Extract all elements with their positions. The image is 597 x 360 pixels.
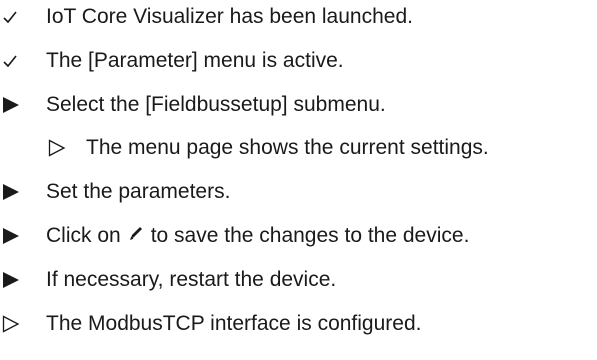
checkmark-icon bbox=[0, 53, 46, 69]
step-text: Select the [Fieldbussetup] submenu. bbox=[46, 93, 386, 116]
action-set-parameters: Set the parameters. bbox=[0, 177, 230, 207]
step-text: The [Parameter] menu is active. bbox=[46, 49, 344, 72]
filled-triangle-icon bbox=[0, 227, 46, 245]
step-text: Set the parameters. bbox=[46, 180, 231, 203]
step-text: IoT Core Visualizer has been launched. bbox=[46, 5, 413, 28]
step-text-before: Click on bbox=[46, 224, 121, 247]
step-text: Click on to save the changes to the devi… bbox=[46, 224, 469, 248]
action-restart-device: If necessary, restart the device. bbox=[0, 265, 336, 295]
outline-triangle-icon bbox=[0, 315, 46, 333]
intermediate-result-settings: The menu page shows the current settings… bbox=[46, 133, 489, 163]
result-configured: The ModbusTCP interface is configured. bbox=[0, 309, 421, 339]
checkmark-icon bbox=[0, 9, 46, 25]
step-text: The ModbusTCP interface is configured. bbox=[46, 312, 422, 335]
precondition-launched: IoT Core Visualizer has been launched. bbox=[0, 2, 413, 32]
filled-triangle-icon bbox=[0, 183, 46, 201]
action-select-submenu: Select the [Fieldbussetup] submenu. bbox=[0, 90, 386, 120]
step-text-after: to save the changes to the device. bbox=[150, 224, 470, 247]
outline-triangle-icon bbox=[46, 139, 86, 157]
instruction-steps: IoT Core Visualizer has been launched. T… bbox=[0, 0, 597, 360]
pencil-icon bbox=[127, 224, 145, 248]
action-save-changes: Click on to save the changes to the devi… bbox=[0, 221, 469, 251]
filled-triangle-icon bbox=[0, 271, 46, 289]
step-text: If necessary, restart the device. bbox=[46, 268, 337, 291]
filled-triangle-icon bbox=[0, 96, 46, 114]
step-text: The menu page shows the current settings… bbox=[86, 136, 489, 159]
precondition-menu-active: The [Parameter] menu is active. bbox=[0, 46, 344, 76]
